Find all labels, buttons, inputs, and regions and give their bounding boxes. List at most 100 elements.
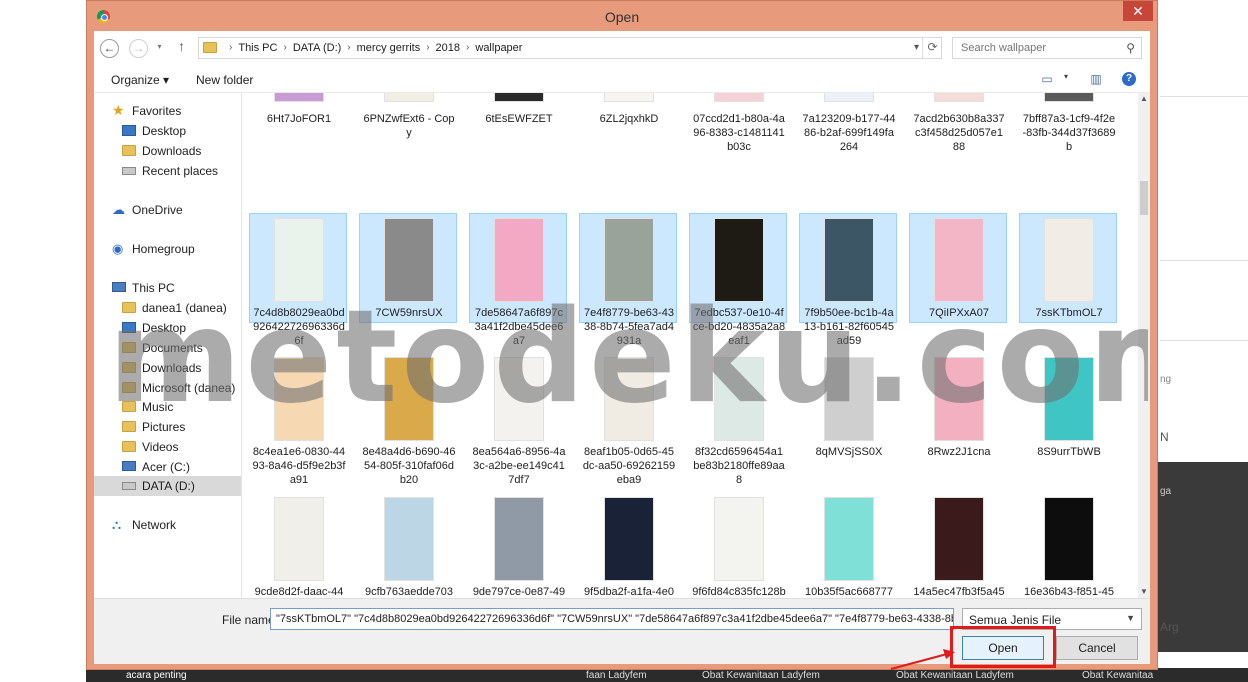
file-item[interactable]: 9f6fd84c835fc128b65e8ca0ae8c27be bbox=[689, 492, 787, 598]
file-item[interactable]: 9cde8d2f-daac-44a1-b0f3-6553baa0cb31 bbox=[249, 492, 347, 598]
file-item[interactable]: 10b35f5ac668777a03d83156de8bda8c bbox=[799, 492, 897, 598]
recent-locations-button[interactable]: ▾ bbox=[150, 39, 169, 58]
file-type-select[interactable]: Semua Jenis File ▼ bbox=[962, 608, 1142, 630]
view-dropdown-icon[interactable]: ▾ bbox=[1058, 72, 1074, 86]
image-thumbnail bbox=[274, 497, 324, 581]
file-name: 9cfb763aedde703a11987e4a460d1f68 bbox=[364, 586, 454, 598]
nav-network[interactable]: ⛬ Network bbox=[94, 515, 241, 535]
image-thumbnail bbox=[604, 497, 654, 581]
file-item[interactable]: 7a123209-b177-4486-b2af-699f149fa264 bbox=[799, 93, 897, 175]
nav-recent-places[interactable]: Recent places bbox=[94, 161, 241, 181]
file-name: 7a123209-b177-4486-b2af-699f149fa264 bbox=[802, 113, 896, 153]
file-item[interactable]: 07ccd2d1-b80a-4a96-8383-c1481141b03c bbox=[689, 93, 787, 175]
file-item[interactable]: 7e4f8779-be63-4338-8b74-5fea7ad4931a bbox=[579, 213, 677, 347]
title-bar[interactable]: Open ✕ bbox=[87, 1, 1157, 31]
scroll-up-icon[interactable]: ▲ bbox=[1138, 93, 1150, 105]
file-name: 8eaf1b05-0d65-45dc-aa50-69262159eba9 bbox=[582, 446, 676, 486]
breadcrumb-this-pc[interactable]: This PC bbox=[238, 42, 277, 54]
nav-danea1[interactable]: danea1 (danea) bbox=[94, 298, 241, 318]
nav-videos[interactable]: Videos bbox=[94, 437, 241, 457]
file-item[interactable]: 7CW59nrsUX bbox=[359, 213, 457, 323]
close-button[interactable]: ✕ bbox=[1123, 1, 1153, 21]
file-item[interactable]: 7de58647a6f897c3a41f2dbe45dee6a7 bbox=[469, 213, 567, 347]
breadcrumb-sep[interactable]: › bbox=[341, 42, 356, 54]
nav-music[interactable]: Music bbox=[94, 397, 241, 417]
nav-downloads[interactable]: Downloads bbox=[94, 141, 241, 161]
image-thumbnail bbox=[384, 497, 434, 581]
open-button[interactable]: Open bbox=[962, 636, 1044, 660]
breadcrumb-2018[interactable]: 2018 bbox=[436, 42, 460, 54]
file-item[interactable]: 8f32cd6596454a1be83b2180ffe89aa8 bbox=[689, 352, 787, 486]
file-item[interactable]: 8S9urrTbWB bbox=[1019, 352, 1117, 462]
breadcrumb-sep[interactable]: › bbox=[460, 42, 475, 54]
breadcrumb-data-drive[interactable]: DATA (D:) bbox=[293, 42, 341, 54]
new-folder-button[interactable]: New folder bbox=[196, 73, 253, 87]
image-thumbnail bbox=[384, 218, 434, 302]
address-bar[interactable]: › This PC › DATA (D:) › mercy gerrits › … bbox=[198, 37, 942, 59]
nav-pictures[interactable]: Pictures bbox=[94, 417, 241, 437]
file-item[interactable]: 7edbc537-0e10-4fce-bd20-4835a2a8eaf1 bbox=[689, 213, 787, 347]
vertical-scrollbar[interactable]: ▲ ▼ bbox=[1138, 93, 1150, 598]
nav-pc-desktop[interactable]: Desktop bbox=[94, 318, 241, 338]
scroll-thumb[interactable] bbox=[1140, 181, 1148, 215]
file-item[interactable]: 7acd2b630b8a337c3f458d25d057e188 bbox=[909, 93, 1007, 175]
file-item[interactable]: 7QiIPXxA07 bbox=[909, 213, 1007, 323]
nav-onedrive[interactable]: ☁ OneDrive bbox=[94, 200, 241, 220]
nav-pc-downloads[interactable]: Downloads bbox=[94, 358, 241, 378]
file-item[interactable]: 8c4ea1e6-0830-4493-8a46-d5f9e2b3fa91 bbox=[249, 352, 347, 486]
help-icon[interactable]: ? bbox=[1122, 72, 1136, 86]
breadcrumb-sep[interactable]: › bbox=[277, 42, 292, 54]
file-name-input[interactable] bbox=[270, 608, 954, 630]
scroll-down-icon[interactable]: ▼ bbox=[1138, 586, 1150, 598]
file-item[interactable]: 7bff87a3-1cf9-4f2e-83fb-344d37f3689b bbox=[1019, 93, 1117, 175]
image-thumbnail bbox=[824, 357, 874, 441]
address-dropdown-icon[interactable]: ▾ bbox=[914, 42, 919, 53]
breadcrumb-wallpaper[interactable]: wallpaper bbox=[475, 42, 522, 54]
file-item[interactable]: 6tEsEWFZET bbox=[469, 93, 567, 175]
file-item[interactable]: 8Rwz2J1cna bbox=[909, 352, 1007, 462]
homegroup-icon: ◉ bbox=[112, 241, 124, 256]
breadcrumb-mercy-gerrits[interactable]: mercy gerrits bbox=[357, 42, 421, 54]
file-item[interactable]: 6ZL2jqxhkD bbox=[579, 93, 677, 175]
up-button[interactable]: ↑ bbox=[178, 38, 185, 54]
file-item[interactable]: 8qMVSjSS0X bbox=[799, 352, 897, 462]
file-name: 6PNZwfExt6 - Copy bbox=[363, 113, 455, 139]
file-item[interactable]: 6Ht7JoFOR1 bbox=[249, 93, 347, 175]
file-item[interactable]: 14a5ec47fb3f5a4510e183633874fd03 bbox=[909, 492, 1007, 598]
nav-favorites[interactable]: ★ Favorites bbox=[94, 101, 241, 121]
breadcrumb-sep[interactable]: › bbox=[420, 42, 435, 54]
back-button[interactable]: ← bbox=[100, 39, 119, 58]
file-item[interactable]: 9f5dba2f-a1fa-4e02-b59f-5fa10e480fe8 bbox=[579, 492, 677, 598]
organize-button[interactable]: Organize ▾ bbox=[111, 73, 169, 87]
file-item[interactable]: 8ea564a6-8956-4a3c-a2be-ee149c417df7 bbox=[469, 352, 567, 486]
search-input[interactable] bbox=[953, 38, 1118, 58]
preview-pane-icon[interactable]: ▥ bbox=[1088, 72, 1104, 86]
file-item[interactable]: 7ssKTbmOL7 bbox=[1019, 213, 1117, 323]
breadcrumb-sep: › bbox=[229, 42, 233, 53]
forward-button[interactable]: → bbox=[129, 39, 148, 58]
nav-label: Videos bbox=[142, 440, 179, 454]
file-item[interactable]: 9de797ce-0e87-4973-899c-e27fa1326623 bbox=[469, 492, 567, 598]
nav-acer-drive[interactable]: Acer (C:) bbox=[94, 457, 241, 477]
file-item[interactable]: 16e36b43-f851-4587-934b-e47660339140 bbox=[1019, 492, 1117, 598]
search-box[interactable]: ⚲ bbox=[952, 37, 1142, 59]
nav-documents[interactable]: Documents bbox=[94, 338, 241, 358]
file-item[interactable]: 7c4d8b8029ea0bd92642272696336d6f bbox=[249, 213, 347, 347]
cancel-button[interactable]: Cancel bbox=[1056, 636, 1138, 660]
file-item[interactable]: 6PNZwfExt6 - Copy bbox=[359, 93, 457, 175]
nav-microsoft[interactable]: Microsoft (danea) bbox=[94, 378, 241, 398]
file-item[interactable]: 9cfb763aedde703a11987e4a460d1f68 bbox=[359, 492, 457, 598]
file-name: 8S9urrTbWB bbox=[1037, 446, 1101, 458]
nav-data-drive[interactable]: DATA (D:) bbox=[94, 476, 241, 496]
change-view-icon[interactable]: ▭ bbox=[1039, 72, 1055, 86]
nav-this-pc[interactable]: This PC bbox=[94, 278, 241, 298]
file-item[interactable]: 8e48a4d6-b690-4654-805f-310faf06db20 bbox=[359, 352, 457, 486]
nav-label: Recent places bbox=[142, 164, 219, 178]
file-item[interactable]: 7f9b50ee-bc1b-4a13-b161-82f60545ad59 bbox=[799, 213, 897, 347]
nav-homegroup[interactable]: ◉ Homegroup bbox=[94, 239, 241, 259]
file-item[interactable]: 8eaf1b05-0d65-45dc-aa50-69262159eba9 bbox=[579, 352, 677, 486]
nav-label: Desktop bbox=[142, 321, 187, 335]
refresh-button[interactable]: ⟳ bbox=[922, 37, 942, 59]
nav-desktop[interactable]: Desktop bbox=[94, 121, 241, 141]
image-thumbnail bbox=[274, 357, 324, 441]
